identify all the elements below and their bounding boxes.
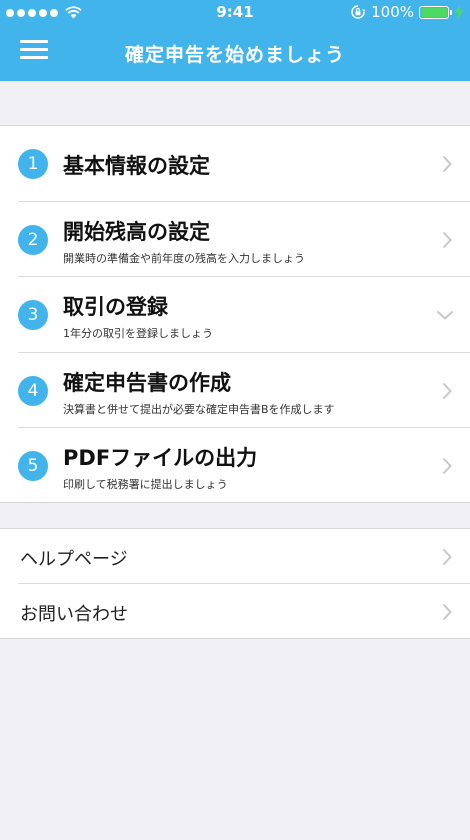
- step-subtitle: 1年分の取引を登録しましょう: [63, 327, 213, 340]
- chevron-right-icon: [442, 231, 452, 248]
- charging-bolt-icon: [454, 5, 464, 19]
- step-subtitle: 決算書と併せて提出が必要な確定申告書Bを作成します: [63, 402, 335, 416]
- step-number-badge: 3: [18, 300, 48, 330]
- step-number-badge: 4: [18, 375, 48, 406]
- help-page-label: ヘルプページ: [20, 549, 128, 570]
- step-title: 確定申告書の作成: [63, 370, 231, 395]
- contact-label: お問い合わせ: [20, 604, 128, 625]
- rotation-lock-icon: [351, 5, 366, 19]
- battery-percent: 100%: [371, 3, 414, 21]
- chevron-right-icon: [442, 382, 452, 399]
- contact-link[interactable]: お問い合わせ: [0, 584, 470, 639]
- status-right: 100%: [350, 3, 464, 21]
- status-bar: 9:41 100%: [0, 0, 470, 26]
- step-number-badge: 1: [18, 149, 48, 179]
- chevron-right-icon: [442, 155, 452, 173]
- steps-list: 1 基本情報の設定 2 開始残高の設定 開業時の準備金や前年度の残高を入力しまし…: [0, 125, 470, 503]
- step-subtitle: 開業時の準備金や前年度の残高を入力しましょう: [63, 251, 305, 265]
- step-item-transactions[interactable]: 3 取引の登録 1年分の取引を登録しましょう: [0, 277, 470, 353]
- page-title: 確定申告を始めましょう: [124, 44, 345, 66]
- chevron-right-icon: [442, 457, 452, 475]
- step-item-tax-return[interactable]: 4 確定申告書の作成 決算書と併せて提出が必要な確定申告書Bを作成します: [0, 353, 470, 429]
- chevron-down-icon: [436, 310, 454, 320]
- step-title: 基本情報の設定: [63, 154, 210, 178]
- step-title: 開始残高の設定: [63, 219, 210, 244]
- chevron-right-icon: [442, 603, 452, 621]
- step-subtitle: 印刷して税務署に提出しましょう: [63, 478, 228, 491]
- help-page-link[interactable]: ヘルプページ: [0, 529, 470, 584]
- step-title: PDFファイルの出力: [63, 446, 258, 470]
- help-list: ヘルプページ お問い合わせ: [0, 528, 470, 639]
- battery-icon: [419, 5, 452, 19]
- step-item-pdf-export[interactable]: 5 PDFファイルの出力 印刷して税務署に提出しましょう: [0, 428, 470, 504]
- chevron-right-icon: [442, 548, 452, 566]
- step-title: 取引の登録: [63, 295, 168, 319]
- step-item-basic-info[interactable]: 1 基本情報の設定: [0, 126, 470, 202]
- navigation-bar: 9:41 100% 確定申告を始めましょう: [0, 0, 470, 81]
- step-number-badge: 2: [18, 224, 48, 255]
- step-item-opening-balance[interactable]: 2 開始残高の設定 開業時の準備金や前年度の残高を入力しましょう: [0, 202, 470, 278]
- step-number-badge: 5: [18, 451, 48, 481]
